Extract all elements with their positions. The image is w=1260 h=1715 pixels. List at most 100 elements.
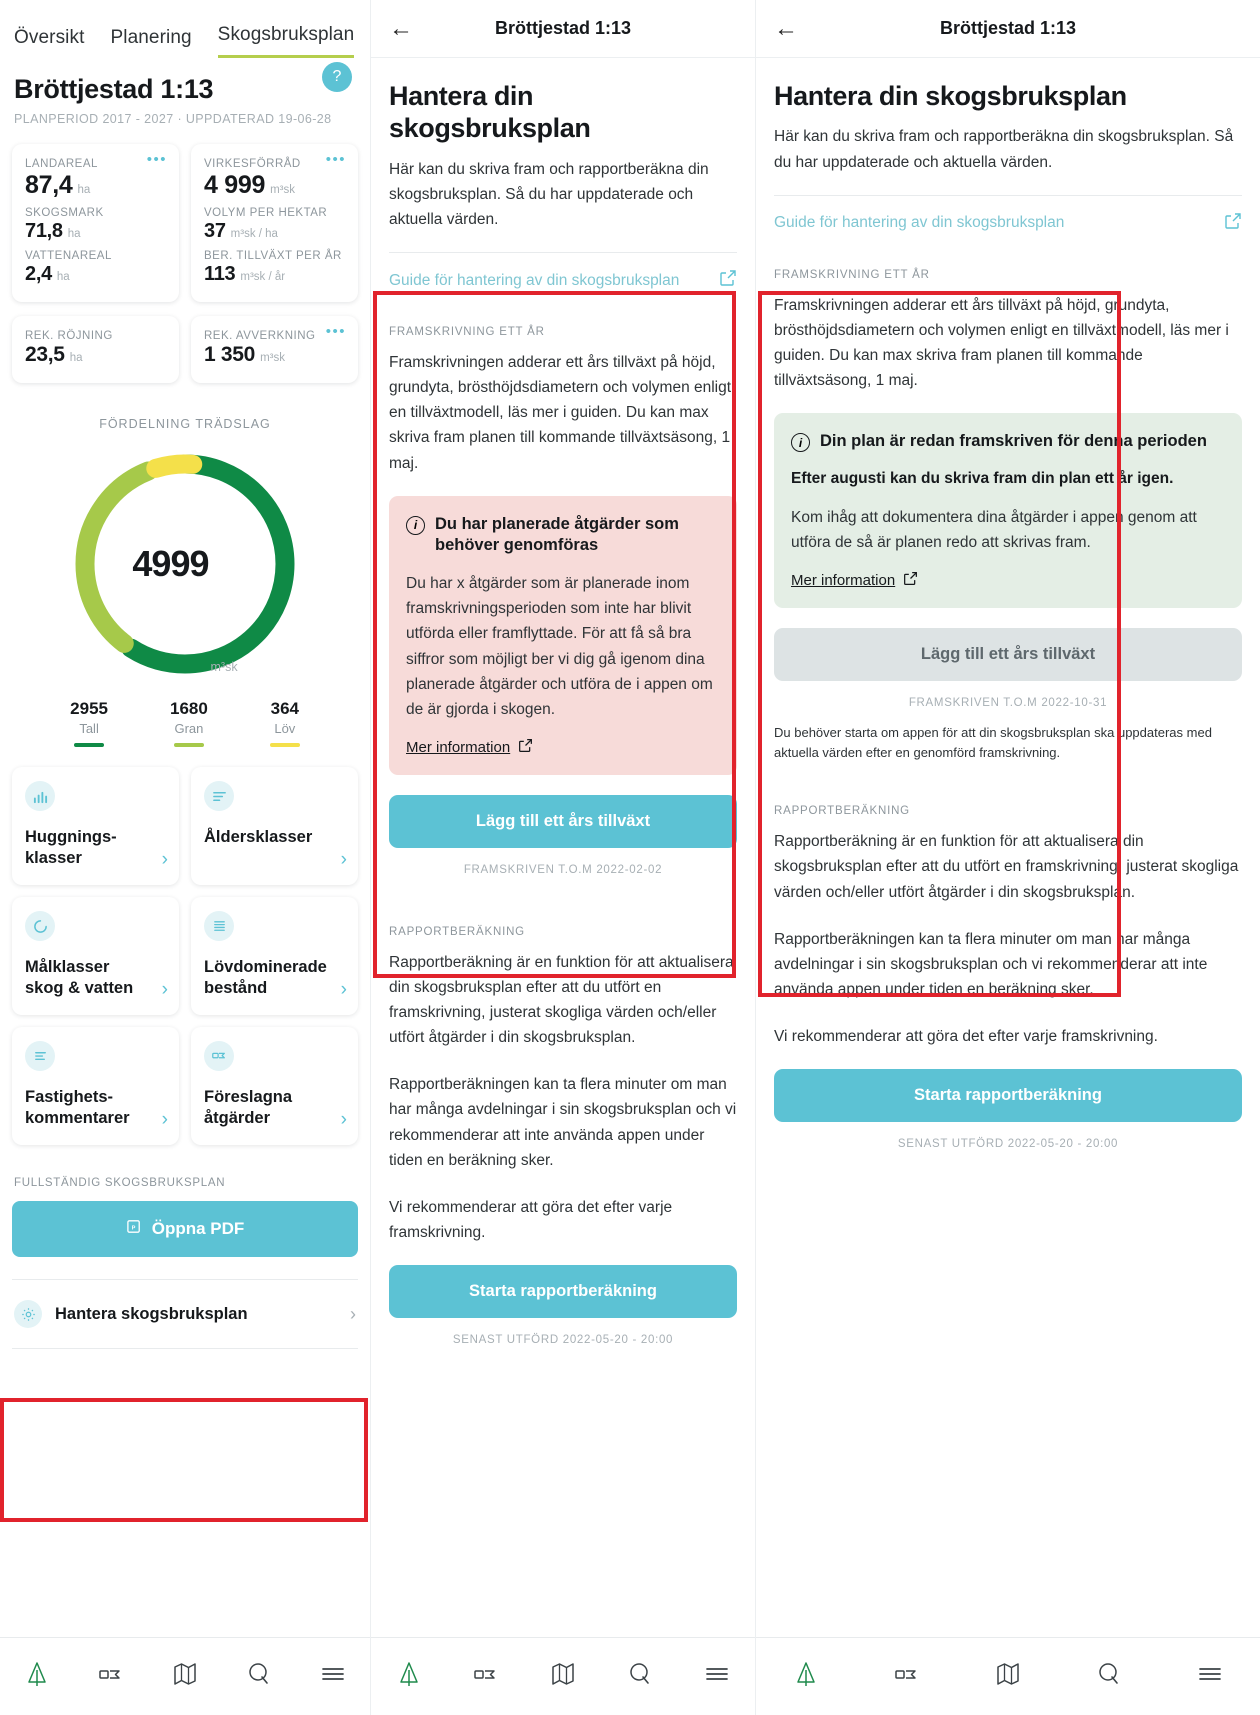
external-link-icon [1224, 212, 1242, 235]
chevron-right-icon: › [161, 849, 168, 870]
stat-label: REK. AVVERKNING [204, 330, 316, 342]
tile-label: Huggnings- klasser [25, 828, 117, 867]
tile-foreslagna-atgarder[interactable]: Föreslagna åtgärder › [191, 1027, 358, 1145]
legend-value: 364 [270, 699, 300, 718]
tile-label: Lövdominerade bestånd [204, 958, 327, 997]
menu-icon[interactable] [704, 1664, 730, 1689]
search-location-icon[interactable] [627, 1661, 653, 1692]
chart-legend: 2955 Tall 1680 Gran 364 Löv [0, 699, 370, 747]
screenshot-root: Översikt Planering Skogsbruksplan Bröttj… [0, 0, 1260, 1715]
field-icon[interactable] [894, 1663, 920, 1690]
start-report-calculation-button[interactable]: Starta rapportberäkning [389, 1264, 737, 1318]
map-icon[interactable] [550, 1661, 576, 1692]
pdf-icon: P [126, 1218, 143, 1240]
framskrivning-label: FRAMSKRIVNING ETT ÅR [774, 268, 930, 281]
top-bar: ← Bröttjestad 1:13 [371, 0, 755, 58]
legend-swatch [269, 743, 300, 747]
back-arrow-icon[interactable]: ← [389, 16, 413, 41]
manage-plan-row[interactable]: Hantera skogsbruksplan › [12, 1280, 358, 1348]
search-location-icon[interactable] [246, 1661, 272, 1692]
more-options-icon[interactable]: ••• [147, 152, 167, 167]
legend-label: Löv [274, 721, 296, 736]
legend-swatch [173, 743, 204, 747]
add-one-year-growth-button[interactable]: Lägg till ett års tillväxt [389, 794, 737, 848]
full-plan-section: FULLSTÄNDIG SKOGSBRUKSPLAN P Öppna PDF H… [0, 1165, 370, 1349]
start-report-calculation-button[interactable]: Starta rapportberäkning [774, 1069, 1242, 1123]
field-icon[interactable] [473, 1663, 499, 1690]
more-information-link[interactable]: Mer information [406, 738, 533, 757]
tile-malklasser[interactable]: Målklasser skog & vatten › [12, 897, 179, 1015]
external-link-icon [518, 738, 533, 757]
add-one-year-growth-button: Lägg till ett års tillväxt [774, 628, 1242, 682]
open-pdf-button[interactable]: P Öppna PDF [12, 1201, 358, 1257]
tile-fastighetskommentarer[interactable]: Fastighets- kommentarer › [12, 1027, 179, 1145]
topbar-title: Bröttjestad 1:13 [494, 18, 632, 38]
stat-card-avverkning[interactable]: ••• REK. AVVERKNING 1 350 m³sk [191, 316, 358, 383]
menu-icon[interactable] [1197, 1664, 1223, 1689]
back-arrow-icon[interactable]: ← [774, 16, 798, 41]
stat-card-areal[interactable]: ••• LANDAREAL 87,4 ha SKOGSMARK 71,8 ha VA… [12, 144, 179, 302]
more-information-label: Mer information [791, 572, 896, 590]
stat-unit: ha [77, 184, 91, 196]
tab-skogsbruksplan[interactable]: Skogsbruksplan [217, 24, 355, 58]
document-lines-icon [204, 911, 234, 941]
bottom-nav [371, 1637, 755, 1715]
stat-label: VOLYM PER HEKTAR [204, 207, 328, 219]
annotation-box-full-plan [0, 1398, 368, 1522]
stat-label: BER. TILLVÄXT PER ÅR [204, 250, 342, 262]
tile-huggningsklasser[interactable]: Huggnings- klasser › [12, 767, 179, 885]
legend-swatch [74, 743, 105, 747]
help-icon[interactable]: ? [322, 62, 352, 92]
list-lines-icon [204, 781, 234, 811]
intro-text: Här kan du skriva fram och rapportberäkn… [774, 128, 1234, 171]
page-heading: Hantera din skogsbruksplan [389, 81, 591, 144]
stat-value: 87,4 [25, 171, 73, 199]
tree-icon[interactable] [24, 1660, 50, 1693]
stat-unit: m³sk [260, 352, 285, 364]
framskriven-meta: FRAMSKRIVEN T.O.M 2022-10-31 [908, 697, 1108, 710]
framskrivning-body: Framskrivningen adderar ett års tillväxt… [774, 296, 1229, 389]
full-plan-label: FULLSTÄNDIG SKOGSBRUKSPLAN [14, 1177, 226, 1189]
tab-oversikt[interactable]: Översikt [14, 27, 84, 58]
stat-label: SKOGSMARK [25, 207, 104, 219]
stat-unit: m³sk [270, 184, 295, 196]
screen-overview: Översikt Planering Skogsbruksplan Bröttj… [0, 0, 370, 1715]
stat-label: VATTENAREAL [25, 250, 112, 262]
tile-lovdominerade[interactable]: Lövdominerade bestånd › [191, 897, 358, 1015]
stat-card-rojning[interactable]: REK. RÖJNING 23,5 ha [12, 316, 179, 383]
tile-aldersklasser[interactable]: Åldersklasser › [191, 767, 358, 885]
plan-header: Bröttjestad 1:13 PLANPERIOD 2017 - 2027 … [0, 58, 370, 126]
tab-planering[interactable]: Planering [110, 27, 191, 58]
framskrivning-section: FRAMSKRIVNING ETT ÅR Framskrivningen add… [774, 269, 1242, 764]
success-alert: i Din plan är redan framskriven för denn… [774, 413, 1242, 609]
guide-link-row[interactable]: Guide för hantering av din skogsbrukspla… [774, 196, 1242, 235]
tile-label: Åldersklasser [204, 828, 313, 846]
external-link-icon [903, 571, 918, 590]
tree-icon[interactable] [793, 1660, 819, 1693]
content: Hantera din skogsbruksplan Här kan du sk… [371, 58, 755, 1346]
bottom-nav [0, 1637, 370, 1715]
stat-card-virkesforrad[interactable]: ••• VIRKESFÖRRÅD 4 999 m³sk VOLYM PER HEK… [191, 144, 358, 302]
guide-link-row[interactable]: Guide för hantering av din skogsbrukspla… [389, 253, 737, 292]
last-run-meta: SENAST UTFÖRD 2022-05-20 - 20:00 [452, 1333, 674, 1346]
more-information-link[interactable]: Mer information [791, 571, 918, 590]
menu-icon[interactable] [320, 1664, 346, 1689]
rapport-paragraph-1: Rapportberäkning är en funktion för att … [389, 953, 734, 1047]
bottom-nav [756, 1637, 1260, 1715]
map-icon[interactable] [995, 1661, 1021, 1692]
map-icon[interactable] [172, 1661, 198, 1692]
manage-plan-label: Hantera skogsbruksplan [55, 1304, 248, 1323]
search-location-icon[interactable] [1096, 1661, 1122, 1692]
tree-icon[interactable] [396, 1660, 422, 1693]
external-link-icon [719, 269, 737, 292]
rapport-paragraph-3: Vi rekommenderar att göra det efter varj… [774, 1027, 1158, 1045]
framskrivning-label: FRAMSKRIVNING ETT ÅR [389, 326, 545, 339]
svg-text:P: P [131, 1225, 135, 1231]
stat-label: REK. RÖJNING [25, 330, 113, 342]
info-icon: i [791, 433, 810, 453]
more-options-icon[interactable]: ••• [326, 324, 346, 339]
legend-item-gran: 1680 Gran [170, 699, 208, 747]
topbar-title: Bröttjestad 1:13 [939, 18, 1077, 38]
more-options-icon[interactable]: ••• [326, 152, 346, 167]
field-icon[interactable] [98, 1663, 124, 1690]
